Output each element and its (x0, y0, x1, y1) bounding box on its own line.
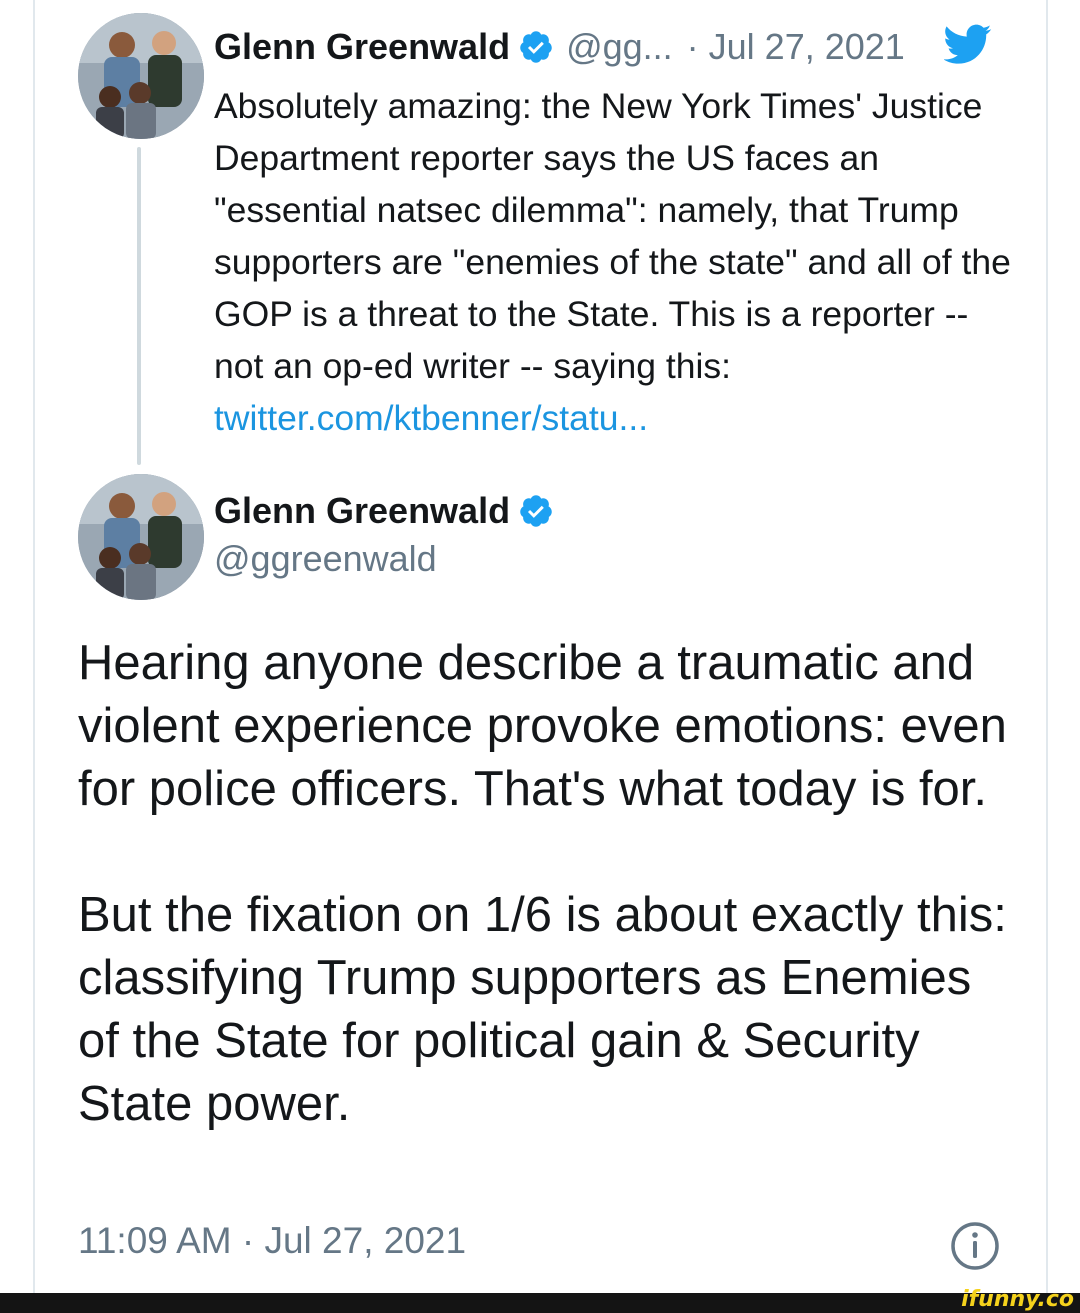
footer-bar (0, 1293, 1080, 1313)
avatar-photo-icon (78, 13, 204, 139)
avatar-photo-icon (78, 474, 204, 600)
quoted-tweet-body: Absolutely amazing: the New York Times' … (214, 86, 1011, 386)
quoted-tweet-header: Glenn Greenwald @gg... · Jul 27, 2021 (214, 20, 905, 74)
main-author-name[interactable]: Glenn Greenwald (214, 490, 510, 532)
quoted-tweet-date[interactable]: · Jul 27, 2021 (687, 26, 905, 68)
quoted-tweet-avatar[interactable] (78, 13, 204, 139)
main-tweet-author-row: Glenn Greenwald (214, 486, 554, 536)
verified-badge-icon (520, 495, 552, 527)
thread-connector-line (137, 147, 141, 465)
quoted-tweet-link[interactable]: twitter.com/ktbenner/statu... (214, 398, 648, 438)
twitter-bird-icon[interactable] (944, 24, 992, 68)
main-tweet-paragraph-1: Hearing anyone describe a traumatic and … (78, 636, 1007, 816)
site-watermark: ifunny.co (961, 1287, 1074, 1312)
tweet-timestamp[interactable]: 11:09 AM · Jul 27, 2021 (78, 1220, 466, 1262)
verified-badge-icon (520, 31, 552, 63)
main-tweet-paragraph-2: But the fixation on 1/6 is about exactly… (78, 888, 1007, 1131)
main-tweet-avatar[interactable] (78, 474, 204, 600)
main-author-handle[interactable]: @ggreenwald (214, 538, 437, 580)
main-tweet-text: Hearing anyone describe a traumatic and … (78, 632, 1018, 1136)
quoted-author-handle[interactable]: @gg... (566, 26, 673, 68)
quoted-author-name[interactable]: Glenn Greenwald (214, 26, 510, 68)
quoted-tweet-text: Absolutely amazing: the New York Times' … (214, 80, 1014, 444)
info-icon[interactable] (950, 1221, 1000, 1271)
